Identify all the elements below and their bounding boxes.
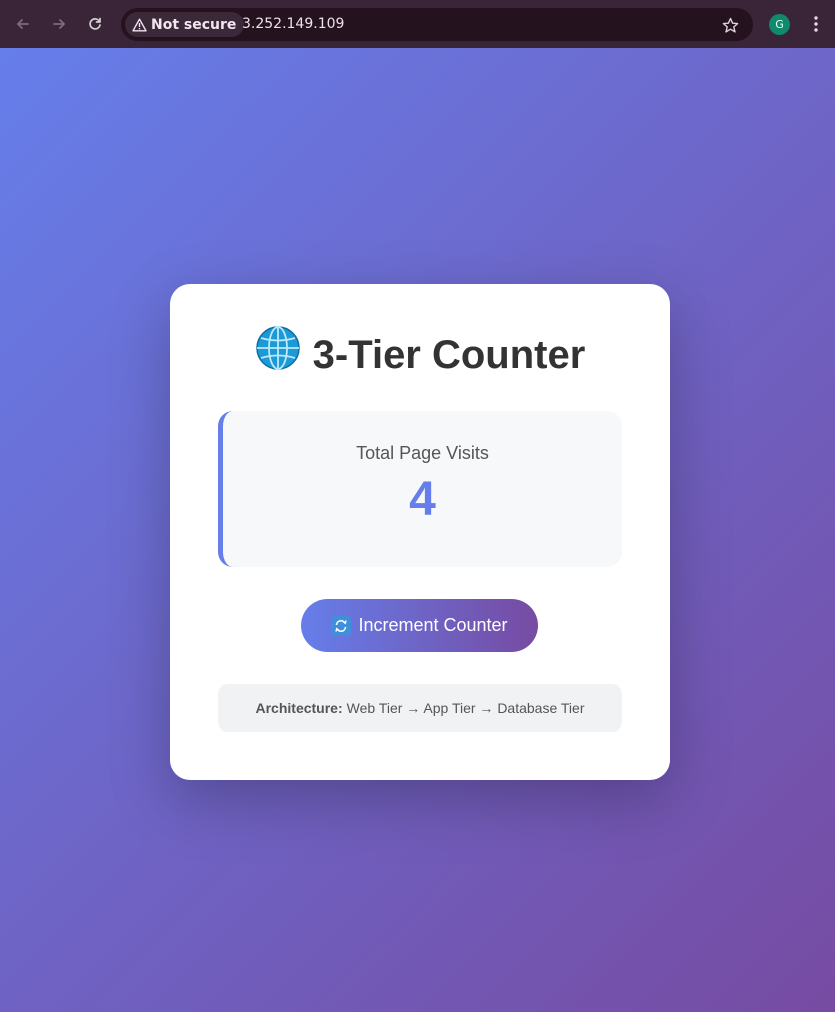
counter-card: 3-Tier Counter Total Page Visits 4 Incre…: [170, 284, 670, 780]
browser-toolbar: Not secure 3.252.149.109 G: [0, 0, 835, 48]
visits-count: 4: [409, 473, 436, 526]
architecture-info: Architecture: Web Tier → App Tier → Data…: [218, 684, 622, 732]
back-arrow-icon: [16, 19, 29, 29]
reload-button[interactable]: [83, 12, 107, 36]
architecture-text: Web Tier → App Tier → Database Tier: [346, 700, 585, 716]
forward-arrow-icon: [53, 19, 66, 29]
page-background: 3-Tier Counter Total Page Visits 4 Incre…: [0, 48, 835, 1012]
back-button[interactable]: [11, 12, 35, 36]
url-text[interactable]: 3.252.149.109: [242, 16, 344, 33]
globe-icon: [255, 325, 301, 383]
reload-icon: [89, 17, 101, 30]
visits-label: Total Page Visits: [356, 443, 489, 463]
bookmark-button[interactable]: [719, 14, 741, 36]
title-text: 3-Tier Counter: [312, 333, 586, 377]
security-indicator[interactable]: Not secure: [125, 12, 245, 37]
page-title: 3-Tier Counter: [170, 326, 670, 383]
refresh-icon: [331, 615, 352, 636]
increment-button-label: Increment Counter: [358, 615, 508, 635]
star-icon: [722, 17, 738, 33]
warning-icon: [131, 17, 147, 33]
forward-button[interactable]: [47, 12, 71, 36]
profile-avatar[interactable]: G: [769, 14, 790, 35]
browser-menu-button[interactable]: [806, 12, 826, 36]
visits-panel: Total Page Visits 4: [218, 411, 622, 567]
more-vertical-icon: [814, 16, 818, 32]
architecture-label: Architecture:: [255, 700, 343, 716]
security-label: Not secure: [151, 16, 237, 33]
increment-counter-button[interactable]: Increment Counter: [301, 599, 538, 652]
address-bar[interactable]: Not secure 3.252.149.109: [121, 8, 753, 41]
